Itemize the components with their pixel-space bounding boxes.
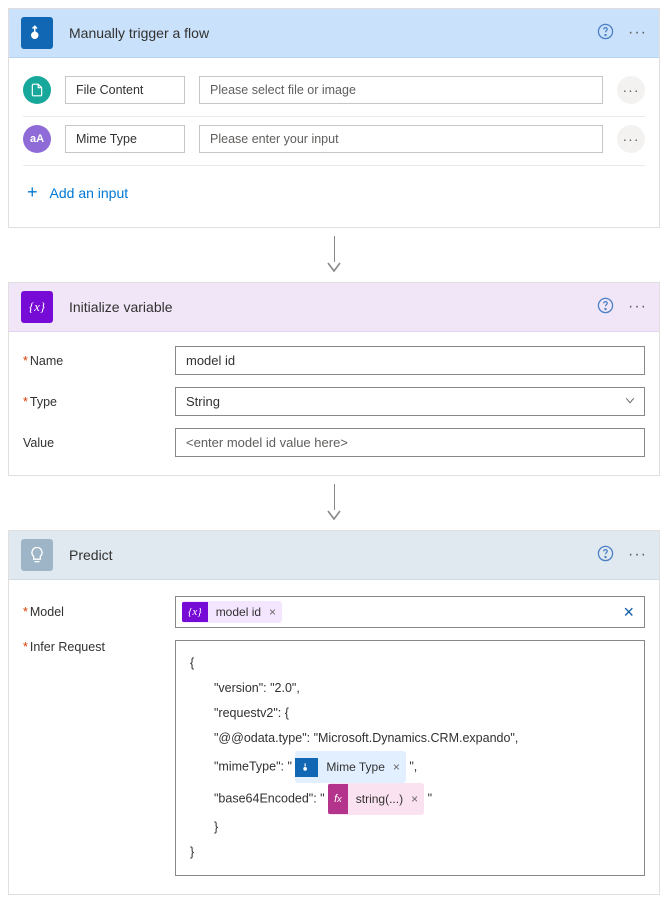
predict-card: Predict ··· Model {x} model id × × Infer…: [8, 530, 660, 895]
value-label: Value: [23, 436, 163, 450]
help-icon[interactable]: [597, 297, 614, 317]
value-row: Value <enter model id value here>: [9, 422, 659, 463]
chevron-down-icon: [624, 394, 636, 409]
infer-row: Infer Request { "version": "2.0", "reque…: [9, 634, 659, 890]
predict-title: Predict: [69, 547, 597, 563]
model-row: Model {x} model id × ×: [9, 590, 659, 634]
trigger-input-row: aA Mime Type Please enter your input ···: [23, 117, 645, 166]
initvar-title: Initialize variable: [69, 299, 597, 315]
remove-token-icon[interactable]: ×: [269, 605, 282, 619]
value-input[interactable]: <enter model id value here>: [175, 428, 645, 457]
variable-token-icon: {x}: [182, 602, 208, 622]
trigger-title: Manually trigger a flow: [69, 25, 597, 41]
infer-label: Infer Request: [23, 640, 163, 654]
type-label: Type: [23, 395, 163, 409]
mime-type-token[interactable]: Mime Type ×: [295, 751, 405, 783]
model-id-token[interactable]: {x} model id ×: [182, 601, 282, 623]
file-content-input[interactable]: Please select file or image: [199, 76, 603, 104]
name-input[interactable]: model id: [175, 346, 645, 375]
infer-request-input[interactable]: { "version": "2.0", "requestv2": { "@@od…: [175, 640, 645, 876]
initvar-header[interactable]: {x} Initialize variable ···: [9, 283, 659, 332]
plus-icon: +: [27, 182, 38, 203]
trigger-header[interactable]: Manually trigger a flow ···: [9, 9, 659, 58]
trigger-icon: [21, 17, 53, 49]
more-menu-icon[interactable]: ···: [628, 298, 647, 316]
row-menu-icon[interactable]: ···: [617, 125, 645, 153]
row-menu-icon[interactable]: ···: [617, 76, 645, 104]
remove-token-icon[interactable]: ×: [393, 755, 406, 779]
more-menu-icon[interactable]: ···: [628, 24, 647, 42]
fx-token-icon: fx: [328, 784, 348, 814]
predict-icon: [21, 539, 53, 571]
predict-header[interactable]: Predict ···: [9, 531, 659, 580]
trigger-body: File Content Please select file or image…: [9, 58, 659, 227]
remove-token-icon[interactable]: ×: [411, 787, 424, 811]
model-label: Model: [23, 605, 163, 619]
add-input-label: Add an input: [50, 185, 129, 201]
expression-token[interactable]: fx string(...) ×: [328, 783, 424, 815]
model-input[interactable]: {x} model id × ×: [175, 596, 645, 628]
type-row: Type String: [9, 381, 659, 422]
variable-icon: {x}: [21, 291, 53, 323]
trigger-input-row: File Content Please select file or image…: [23, 68, 645, 117]
initvar-card: {x} Initialize variable ··· Name model i…: [8, 282, 660, 476]
flow-arrow: [0, 236, 668, 274]
help-icon[interactable]: [597, 545, 614, 565]
clear-model-icon[interactable]: ×: [623, 602, 638, 623]
input-label[interactable]: File Content: [65, 76, 185, 104]
flow-arrow: [0, 484, 668, 522]
trigger-card: Manually trigger a flow ··· File Content…: [8, 8, 660, 228]
help-icon[interactable]: [597, 23, 614, 43]
text-icon: aA: [23, 125, 51, 153]
type-select[interactable]: String: [175, 387, 645, 416]
input-label[interactable]: Mime Type: [65, 125, 185, 153]
name-label: Name: [23, 354, 163, 368]
add-input-button[interactable]: + Add an input: [23, 166, 645, 221]
file-icon: [23, 76, 51, 104]
trigger-token-icon: [295, 758, 318, 777]
name-row: Name model id: [9, 340, 659, 381]
mime-type-input[interactable]: Please enter your input: [199, 125, 603, 153]
more-menu-icon[interactable]: ···: [628, 546, 647, 564]
